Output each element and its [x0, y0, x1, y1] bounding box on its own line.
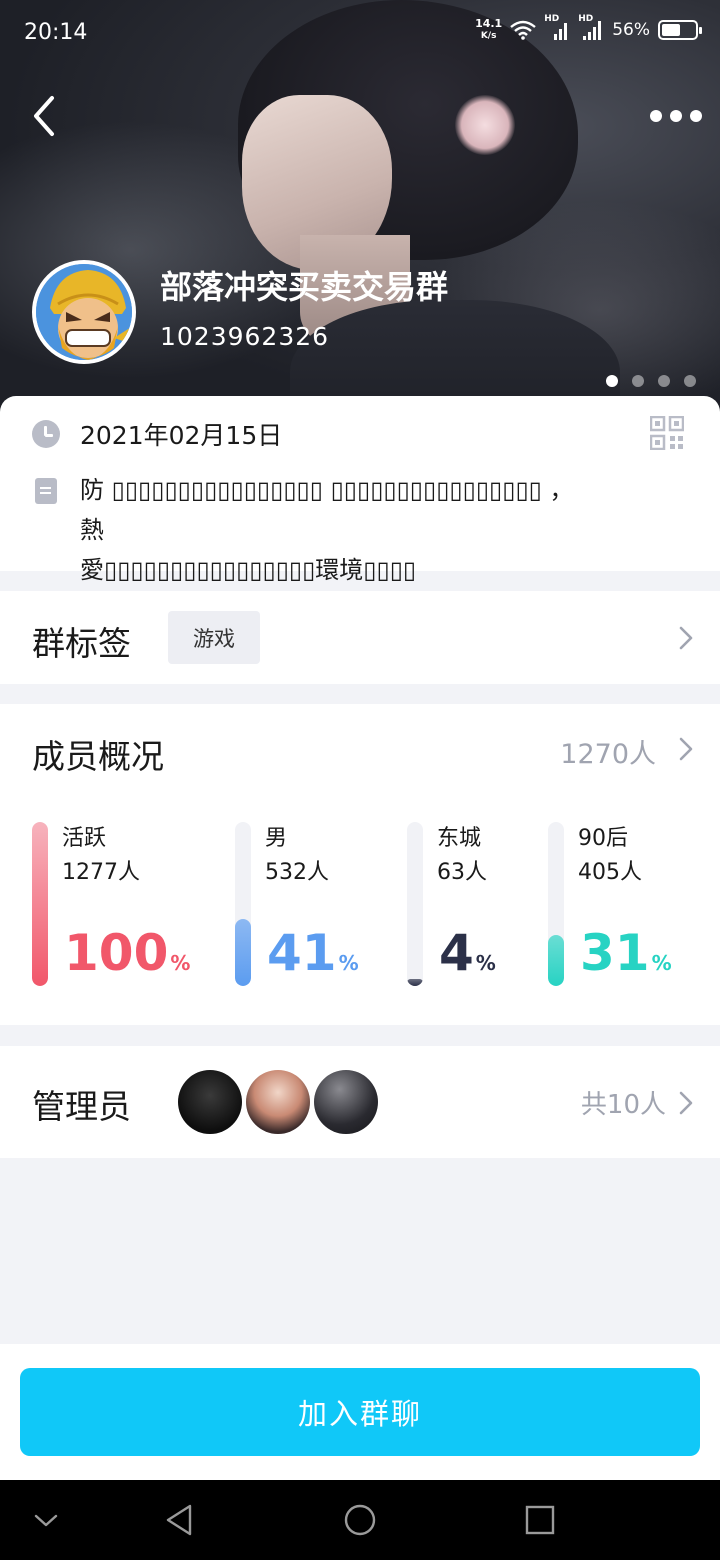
chevron-right-icon[interactable]: [678, 736, 694, 762]
group-name: 部落冲突买卖交易群: [160, 268, 449, 306]
back-button[interactable]: [26, 92, 76, 142]
members-title: 成员概况: [32, 737, 164, 776]
cover-flower: [455, 95, 515, 155]
wifi-icon: [510, 20, 536, 40]
stat-percent: 31%: [580, 928, 672, 988]
more-dot-icon: [650, 110, 662, 122]
group-tags-row[interactable]: 群标签 游戏: [0, 591, 720, 684]
stat-count: 405人: [578, 860, 642, 885]
join-group-button[interactable]: 加入群聊: [20, 1368, 700, 1456]
stat-percent-sign: %: [651, 951, 672, 975]
stat-label: 男: [265, 826, 288, 851]
status-bar: 20:14 14.1 K/s HD HD 56%: [0, 0, 720, 66]
carousel-indicator: [606, 375, 696, 387]
admin-avatars: [178, 1070, 378, 1134]
stat-percent-value: 100: [64, 924, 169, 982]
stat-bar-fill: [32, 822, 48, 986]
stat-count: 1277人: [62, 860, 140, 885]
group-profile-screen: 20:14 14.1 K/s HD HD 56% 部落冲突买卖交易群 10239…: [0, 0, 720, 1560]
carousel-dot[interactable]: [632, 375, 644, 387]
stat-percent: 41%: [267, 928, 359, 988]
member-stat: 90后 405人 31%: [548, 822, 708, 992]
tag-chip[interactable]: 游戏: [168, 611, 260, 664]
admin-avatar[interactable]: [314, 1070, 378, 1134]
clock-icon: [32, 420, 60, 448]
member-stat: 东城 63人 4%: [407, 822, 567, 992]
chevron-right-icon: [679, 626, 693, 650]
member-stat: 活跃 1277人 100%: [32, 822, 192, 992]
network-speed: 14.1 K/s: [475, 18, 502, 42]
created-date: 2021年02月15日: [80, 421, 283, 450]
group-avatar[interactable]: [32, 260, 136, 364]
stat-percent-value: 41: [267, 924, 337, 982]
admin-avatar[interactable]: [178, 1070, 242, 1134]
stat-bar-fill: [548, 935, 564, 986]
stat-percent: 4%: [439, 928, 496, 988]
admin-avatar[interactable]: [246, 1070, 310, 1134]
stat-percent-value: 31: [580, 924, 650, 982]
group-info-card: 2021年02月15日 防 ▯▯▯▯▯▯▯▯▯▯▯▯▯▯▯▯ ▯▯▯▯▯▯▯▯▯…: [0, 396, 720, 584]
stat-bar-track: [235, 822, 251, 986]
stat-bar-track: [548, 822, 564, 986]
stat-percent-sign: %: [475, 951, 496, 975]
admins-title: 管理员: [32, 1087, 131, 1126]
carousel-dot[interactable]: [684, 375, 696, 387]
stat-bar-track: [32, 822, 48, 986]
status-icons: 14.1 K/s HD HD 56%: [475, 14, 702, 42]
system-navigation-bar: [0, 1480, 720, 1560]
battery-percent: 56%: [612, 20, 650, 40]
stat-label: 东城: [437, 826, 482, 851]
bottom-action-bar: 加入群聊: [0, 1344, 720, 1480]
stat-percent-sign: %: [170, 951, 191, 975]
stat-label: 90后: [578, 826, 628, 851]
qr-code-icon[interactable]: [650, 416, 684, 450]
chevron-left-icon: [34, 96, 54, 136]
signal-icon: HD: [578, 14, 604, 42]
stat-count: 532人: [265, 860, 329, 885]
back-triangle-icon[interactable]: [160, 1500, 200, 1540]
stat-percent: 100%: [64, 928, 190, 988]
more-options-button[interactable]: [650, 94, 702, 138]
group-id: 1023962326: [160, 322, 330, 351]
battery-fill: [662, 24, 680, 36]
chevron-down-icon[interactable]: [26, 1500, 66, 1540]
stat-bar-fill: [407, 979, 423, 986]
member-total[interactable]: 1270人: [560, 732, 656, 771]
recents-square-icon[interactable]: [520, 1500, 560, 1540]
status-time: 20:14: [24, 20, 88, 45]
network-speed-value: 14.1: [475, 17, 503, 30]
more-dot-icon: [670, 110, 682, 122]
stat-bar-track: [407, 822, 423, 986]
member-stat: 男 532人 41%: [235, 822, 395, 992]
admin-total: 共10人: [580, 1090, 666, 1120]
stat-count: 63人: [437, 860, 487, 885]
more-dot-icon: [690, 110, 702, 122]
description-line: 防 ▯▯▯▯▯▯▯▯▯▯▯▯▯▯▯▯ ▯▯▯▯▯▯▯▯▯▯▯▯▯▯▯▯ ， 熱: [80, 476, 574, 544]
network-speed-unit: K/s: [480, 31, 497, 41]
signal-icon: HD: [544, 14, 570, 42]
stat-label: 活跃: [62, 826, 107, 851]
stat-percent-value: 4: [439, 924, 474, 982]
tags-title: 群标签: [32, 624, 131, 663]
description-line: 愛▯▯▯▯▯▯▯▯▯▯▯▯▯▯▯▯環境▯▯▯▯: [80, 556, 417, 584]
member-overview-card: 成员概况 1270人 活跃 1277人 100% 男 532人 41% 东城 63人 4% 90后…: [0, 704, 720, 1025]
document-icon: [35, 478, 57, 504]
stat-percent-sign: %: [338, 951, 359, 975]
home-circle-icon[interactable]: [340, 1500, 380, 1540]
created-date-row: 2021年02月15日: [32, 420, 282, 452]
battery-icon: [658, 20, 702, 40]
carousel-dot-active[interactable]: [606, 375, 618, 387]
chevron-right-icon: [679, 1091, 693, 1115]
description-row: 防 ▯▯▯▯▯▯▯▯▯▯▯▯▯▯▯▯ ▯▯▯▯▯▯▯▯▯▯▯▯▯▯▯▯ ， 熱 …: [32, 474, 580, 590]
carousel-dot[interactable]: [658, 375, 670, 387]
stat-bar-fill: [235, 919, 251, 986]
admins-row[interactable]: 管理员 共10人: [0, 1046, 720, 1158]
group-description: 防 ▯▯▯▯▯▯▯▯▯▯▯▯▯▯▯▯ ▯▯▯▯▯▯▯▯▯▯▯▯▯▯▯▯ ， 熱 …: [80, 470, 580, 590]
